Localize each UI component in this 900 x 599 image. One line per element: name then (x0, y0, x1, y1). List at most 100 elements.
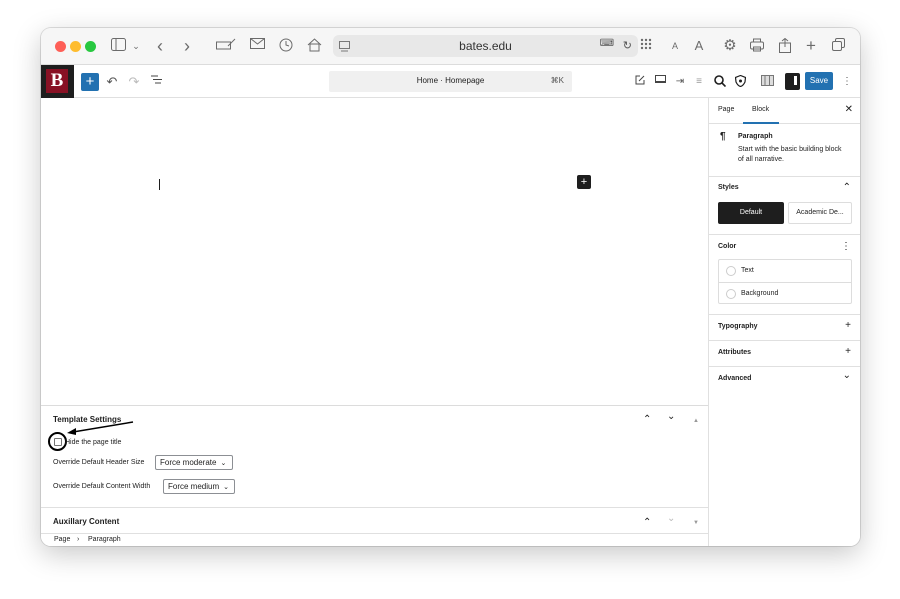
forward-icon[interactable]: › (180, 36, 194, 56)
preview-device-icon[interactable] (653, 73, 667, 91)
chevron-down-icon: ⌄ (223, 484, 229, 491)
more-options-icon[interactable]: ⋮ (841, 242, 851, 252)
reload-icon[interactable]: ↻ (623, 39, 632, 52)
url-text: bates.edu (459, 39, 512, 53)
back-icon[interactable]: ‹ (153, 36, 167, 56)
home-icon[interactable] (305, 36, 323, 56)
panel-divider (709, 234, 860, 235)
panel-divider (709, 366, 860, 367)
document-title: Home · Homepage (416, 76, 485, 85)
header-size-select[interactable]: Force moderate ⌄ (155, 455, 233, 470)
block-inserter-button[interactable]: + (81, 73, 99, 91)
settings-sidebar: Page Block ✕ ¶ Paragraph Start with the … (708, 98, 860, 546)
close-window-button[interactable] (55, 41, 66, 52)
plus-icon[interactable]: + (845, 321, 851, 331)
exit-icon[interactable]: ⇥ (673, 73, 687, 91)
content-width-value: Force medium (168, 482, 220, 491)
shield-icon[interactable] (733, 73, 747, 91)
color-swatch (726, 266, 736, 276)
breadcrumb-item-page[interactable]: Page (54, 536, 70, 543)
browser-toolbar: ⌄ ‹ › bates.edu ⌨ ↻ A A ⚙ + (41, 28, 860, 65)
panel-divider (709, 314, 860, 315)
extensions-grid-icon[interactable] (637, 36, 655, 56)
header-size-label: Override Default Header Size (53, 459, 145, 466)
hide-title-label: Hide the page title (65, 439, 122, 446)
mail-icon[interactable] (248, 36, 266, 56)
breadcrumb: Page › Paragraph (41, 533, 708, 546)
breadcrumb-item-paragraph[interactable]: Paragraph (88, 536, 121, 543)
color-text-label: Text (741, 267, 754, 274)
typography-panel-title[interactable]: Typography (718, 323, 758, 330)
address-bar[interactable]: bates.edu ⌨ ↻ (333, 35, 638, 57)
style-default-button[interactable]: Default (718, 202, 784, 224)
minimize-window-button[interactable] (70, 41, 81, 52)
plus-icon[interactable]: + (845, 347, 851, 357)
text-larger-icon[interactable]: A (692, 36, 706, 56)
settings-gear-icon[interactable]: ⚙ (721, 36, 739, 56)
header-size-value: Force moderate (160, 458, 217, 467)
color-text-option[interactable]: Text (719, 260, 851, 282)
chevron-down-icon[interactable]: ⌄ (131, 36, 141, 56)
style-academic-button[interactable]: Academic De... (788, 202, 852, 224)
site-logo-letter: B (46, 69, 68, 93)
new-tab-icon[interactable]: + (803, 36, 819, 56)
color-background-label: Background (741, 290, 779, 297)
move-up-icon[interactable]: ⌃ (643, 415, 651, 425)
translate-icon[interactable]: ⌨ (600, 38, 614, 49)
history-icon[interactable] (277, 36, 295, 56)
color-background-option[interactable]: Background (719, 282, 851, 304)
move-up-icon[interactable]: ⌃ (643, 518, 651, 528)
color-panel-title: Color (718, 243, 737, 250)
editor-canvas[interactable]: + (41, 98, 708, 406)
text-caret (159, 179, 160, 190)
settings-sidebar-toggle[interactable] (785, 73, 800, 90)
move-down-icon[interactable]: ⌄ (667, 412, 675, 422)
chevron-down-icon[interactable]: ⌄ (843, 371, 851, 381)
save-button[interactable]: Save (805, 72, 833, 90)
color-options: Text Background (718, 259, 852, 304)
block-card: ¶ Paragraph Start with the basic buildin… (709, 124, 860, 177)
tab-page[interactable]: Page (718, 106, 734, 113)
styles-panel-title[interactable]: Styles (718, 184, 739, 191)
content-width-label: Override Default Content Width (53, 483, 151, 490)
block-description: Start with the basic building block of a… (738, 146, 842, 163)
tab-overview-icon[interactable] (830, 36, 846, 56)
site-logo-button[interactable]: B (41, 65, 74, 98)
auxiliary-content-title: Auxillary Content (53, 517, 120, 526)
browser-window: ⌄ ‹ › bates.edu ⌨ ↻ A A ⚙ + B + ↶ ↷ Home… (41, 28, 860, 546)
color-swatch (726, 289, 736, 299)
search-check-icon[interactable] (713, 73, 727, 91)
share-icon[interactable] (777, 36, 793, 56)
advanced-panel-title[interactable]: Advanced (718, 375, 751, 382)
text-smaller-icon[interactable]: A (669, 36, 681, 56)
document-command-bar[interactable]: Home · Homepage ⌘K (329, 71, 572, 92)
chevron-down-icon: ⌄ (220, 460, 227, 467)
close-icon[interactable]: ✕ (845, 104, 853, 115)
expand-toggle-icon[interactable]: ▼ (693, 518, 699, 528)
tab-block[interactable]: Block (752, 106, 769, 113)
annotation-arrow-icon (67, 421, 134, 435)
more-options-icon[interactable]: ⋮ (842, 73, 852, 91)
attributes-panel-title[interactable]: Attributes (718, 349, 751, 356)
panel-divider (709, 340, 860, 341)
plugin-grid-icon[interactable] (759, 73, 775, 91)
reading-list-icon[interactable] (215, 36, 237, 56)
collapse-toggle-icon[interactable]: ▲ (693, 416, 699, 426)
move-down-icon[interactable]: ⌄ (667, 514, 675, 524)
redo-icon[interactable]: ↷ (127, 73, 141, 91)
list-icon[interactable]: ≡ (692, 73, 706, 91)
command-shortcut: ⌘K (550, 76, 564, 85)
chevron-up-icon[interactable]: ⌃ (843, 183, 851, 193)
external-link-icon[interactable] (633, 73, 647, 91)
meta-boxes: Template Settings ⌃ ⌄ ▲ Hide the page ti… (41, 405, 708, 546)
undo-icon[interactable]: ↶ (105, 73, 119, 91)
zoom-window-button[interactable] (85, 41, 96, 52)
paragraph-icon: ¶ (720, 131, 726, 142)
print-icon[interactable] (748, 36, 766, 56)
inline-block-inserter-button[interactable]: + (577, 175, 591, 189)
meta-divider (41, 507, 708, 508)
content-width-select[interactable]: Force medium ⌄ (163, 479, 235, 494)
sidebar-toggle-icon[interactable] (109, 36, 127, 56)
document-overview-icon[interactable] (149, 73, 163, 91)
sidebar-tabs: Page Block ✕ (709, 98, 860, 124)
